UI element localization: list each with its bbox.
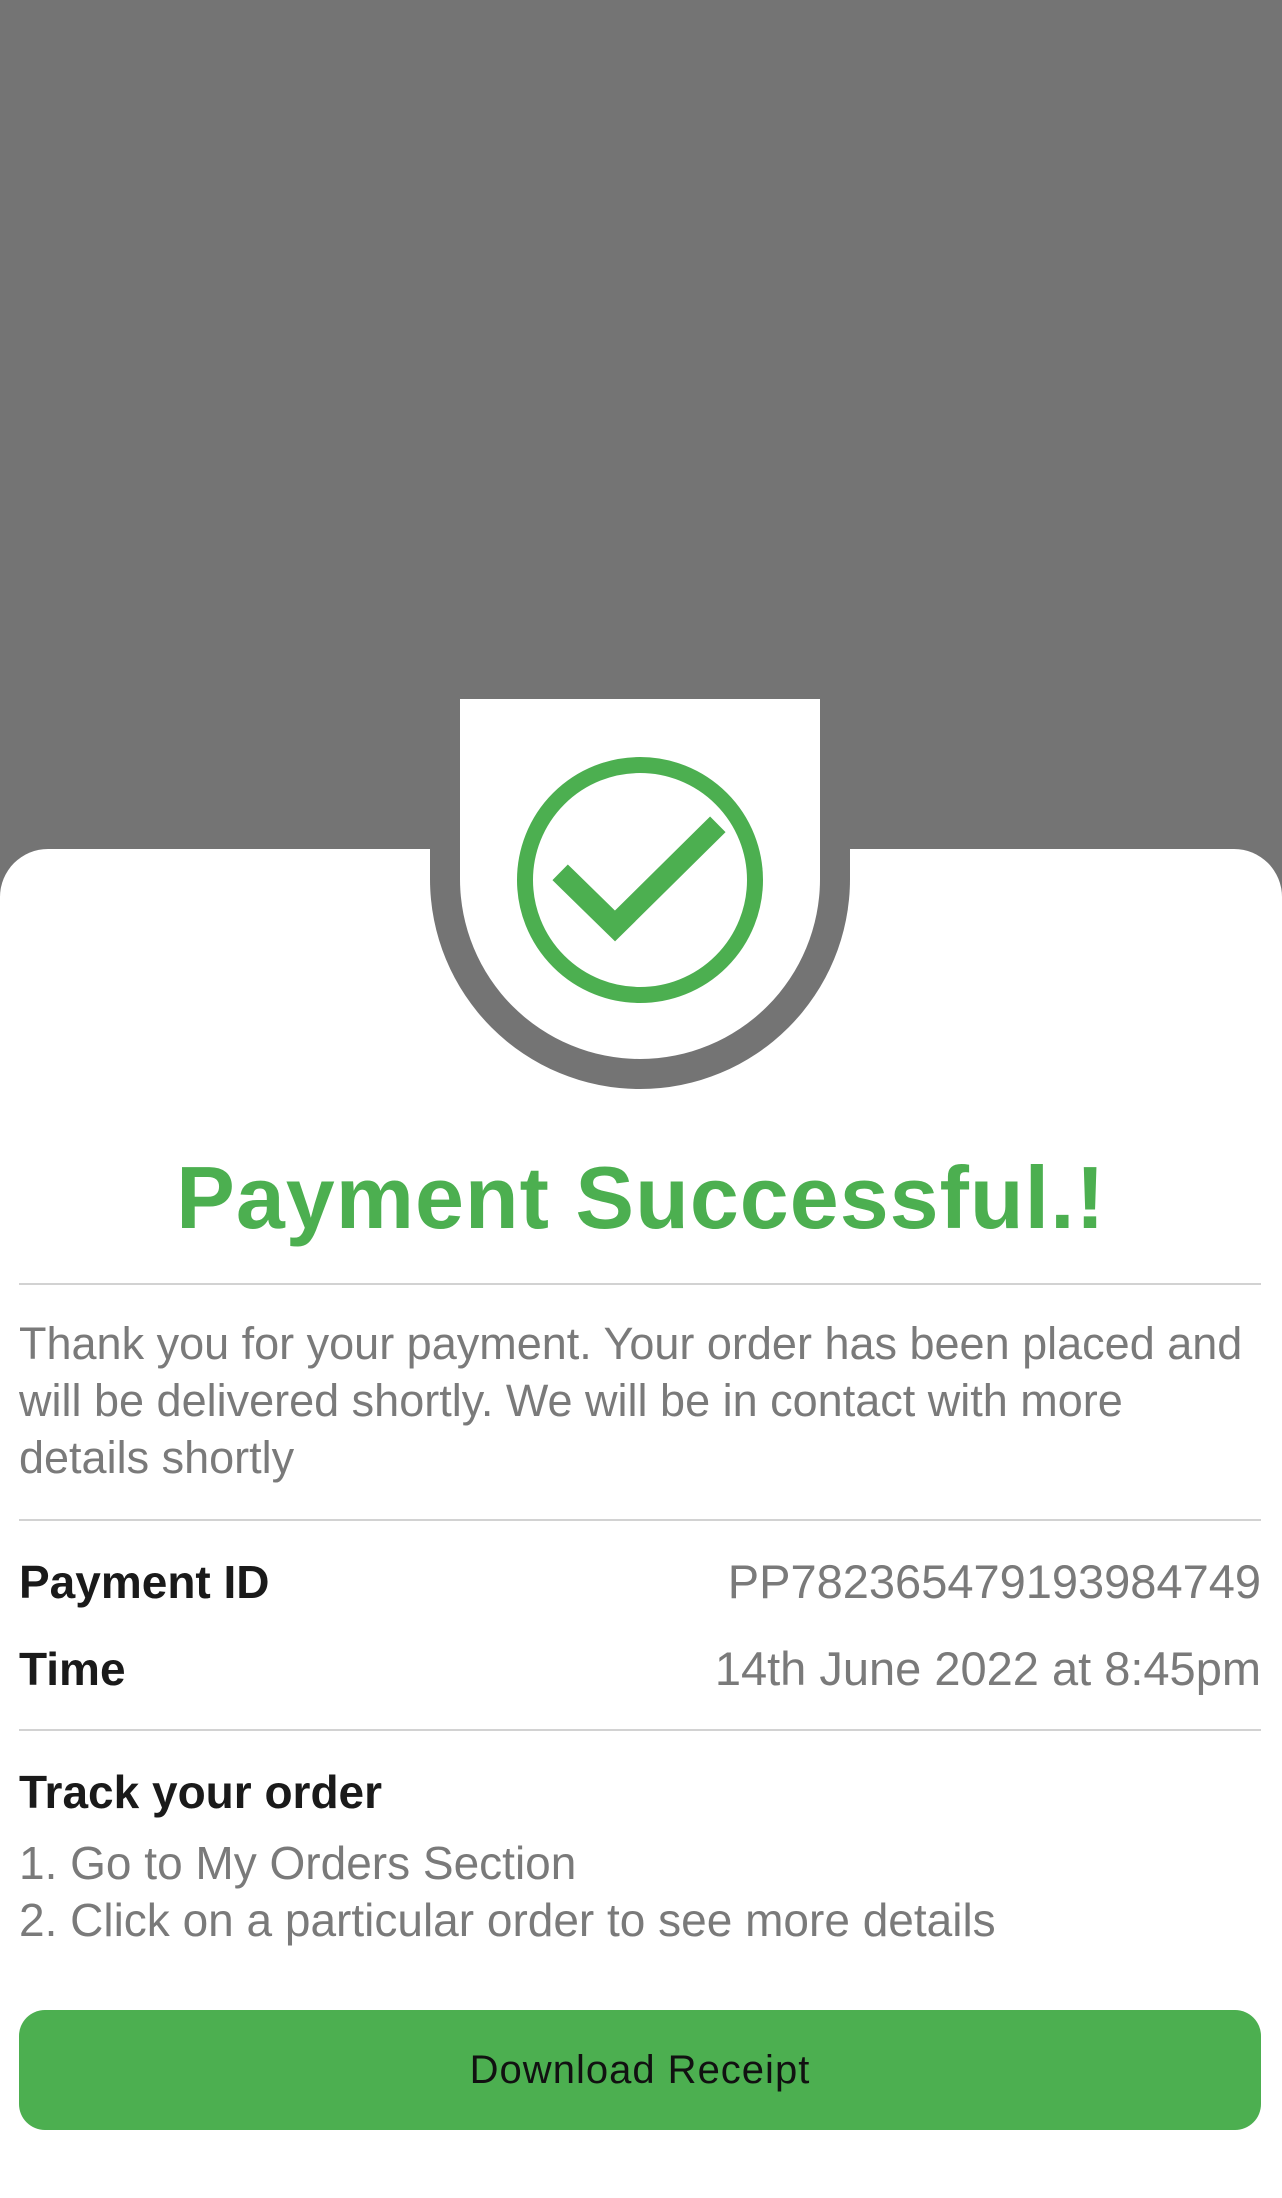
time-label: Time (19, 1643, 126, 1695)
payment-id-label: Payment ID (19, 1556, 270, 1608)
confirmation-message: Thank you for your payment. Your order h… (19, 1318, 1243, 1483)
checkmark-stroke (552, 816, 726, 942)
page-title: Payment Successful.! (176, 1148, 1106, 1247)
track-order-heading: Track your order (19, 1766, 383, 1818)
check-circle-icon (517, 757, 763, 1003)
download-receipt-button[interactable]: Download Receipt (19, 2010, 1261, 2130)
payment-id-value: PP782365479193984749 (727, 1555, 1261, 1608)
divider-top (19, 1283, 1261, 1285)
time-value: 14th June 2022 at 8:45pm (714, 1642, 1261, 1695)
divider-middle (19, 1519, 1261, 1521)
track-step: 2. Click on a particular order to see mo… (19, 1894, 996, 1946)
track-step: 1. Go to My Orders Section (19, 1837, 577, 1889)
divider-bottom (19, 1729, 1261, 1731)
